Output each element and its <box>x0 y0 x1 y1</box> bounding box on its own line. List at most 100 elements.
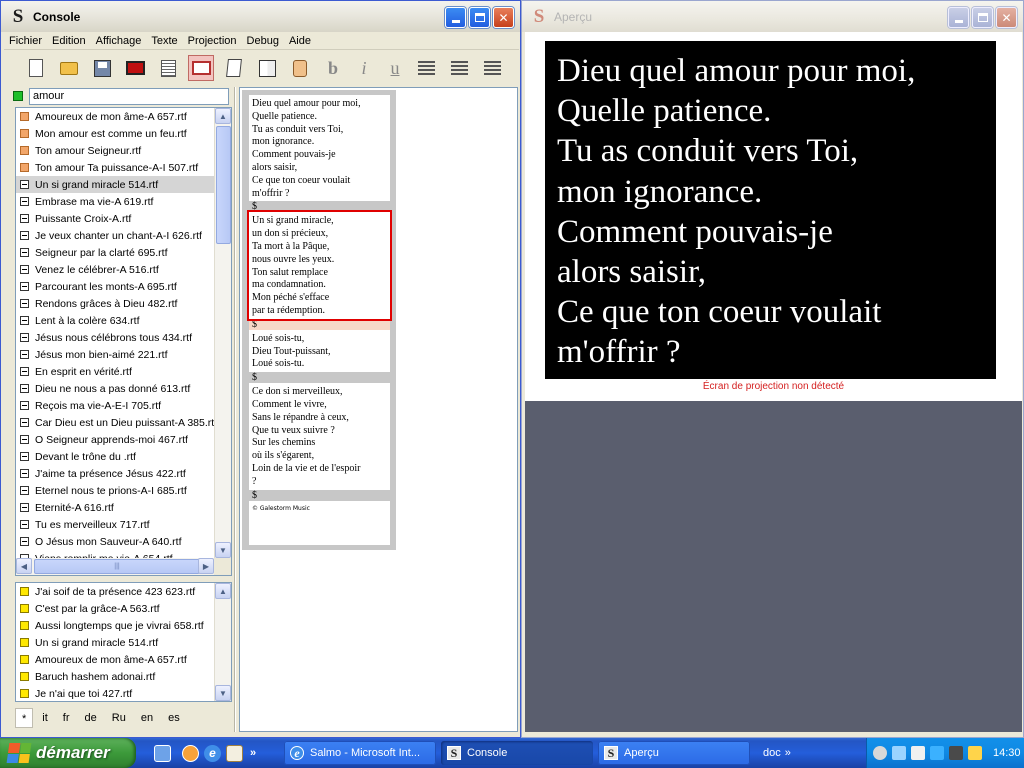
language-tab[interactable]: de <box>79 708 103 728</box>
tray-doc[interactable]: doc » <box>763 747 803 759</box>
list-item[interactable]: Dieu ne nous a pas donné 613.rtf <box>16 380 214 397</box>
list-item[interactable]: Venez le célébrer-A 516.rtf <box>16 261 214 278</box>
export-button[interactable] <box>222 56 246 80</box>
show-desktop-icon[interactable] <box>154 744 171 762</box>
slide-current[interactable]: Un si grand miracle, un don si précieux, T… <box>247 210 392 321</box>
list-item[interactable]: Car Dieu est un Dieu puissant-A 385.rtf <box>16 414 214 431</box>
mail-icon[interactable] <box>226 744 243 762</box>
list-item[interactable]: Amoureux de mon âme-A 657.rtf <box>16 108 214 125</box>
close-button[interactable]: ✕ <box>493 7 514 28</box>
list-item[interactable]: Seigneur par la clarté 695.rtf <box>16 244 214 261</box>
song-list-scrollbar[interactable]: ▲ ▼ <box>214 108 231 558</box>
search-input[interactable] <box>29 87 229 105</box>
favorite-item[interactable]: Aussi longtemps que je vivrai 658.rtf <box>16 617 214 634</box>
fav-scroll-down-button[interactable]: ▼ <box>215 685 231 701</box>
list-item[interactable]: Ton amour Ta puissance-A-I 507.rtf <box>16 159 214 176</box>
slide[interactable]: Loué sois-tu, Dieu Tout-puissant, Loué soi… <box>249 329 390 373</box>
list-item[interactable]: Viens remplir ma vie-A 654.rtf <box>16 550 214 558</box>
menu-debug[interactable]: Debug <box>242 35 284 47</box>
taskbar-button-3[interactable]: S Aperçu <box>598 741 750 765</box>
bold-button[interactable]: b <box>321 58 345 79</box>
language-tab[interactable]: en <box>135 708 159 728</box>
display-icon[interactable] <box>930 746 944 760</box>
bag-button[interactable] <box>288 56 312 80</box>
list-item[interactable]: Reçois ma vie-A-E-I 705.rtf <box>16 397 214 414</box>
menu-affichage[interactable]: Affichage <box>91 35 147 47</box>
preview-minimize-button[interactable] <box>948 7 969 28</box>
italic-button[interactable]: i <box>352 58 376 79</box>
list-item[interactable]: Puissante Croix-A.rtf <box>16 210 214 227</box>
scroll-right-button[interactable]: ▶ <box>198 558 214 574</box>
internet-explorer-icon[interactable]: e <box>204 744 221 762</box>
underline-button[interactable]: u <box>383 58 407 79</box>
favorite-item[interactable]: Baruch hashem adonai.rtf <box>16 668 214 685</box>
list-item[interactable]: Mon amour est comme un feu.rtf <box>16 125 214 142</box>
new-document-button[interactable] <box>24 56 48 80</box>
align-left-button[interactable] <box>414 56 438 80</box>
fav-scroll-up-button[interactable]: ▲ <box>215 583 231 599</box>
scroll-left-button[interactable]: ◀ <box>16 558 32 574</box>
song-list-hscrollbar[interactable]: ◀ ||| ▶ <box>16 558 214 575</box>
scroll-thumb[interactable] <box>216 126 231 244</box>
splitter[interactable] <box>234 87 236 732</box>
preview-titlebar[interactable]: S Aperçu ✕ <box>522 1 1023 32</box>
network-icon[interactable] <box>892 746 906 760</box>
open-button[interactable] <box>57 56 81 80</box>
list-item[interactable]: O Seigneur apprends-moi 467.rtf <box>16 431 214 448</box>
favorite-item[interactable]: C'est par la grâce-A 563.rtf <box>16 600 214 617</box>
language-tab[interactable]: Ru <box>106 708 132 728</box>
edit-text-button[interactable] <box>156 56 180 80</box>
list-item[interactable]: Jésus nous célébrons tous 434.rtf <box>16 329 214 346</box>
list-item[interactable]: Lent à la colère 634.rtf <box>16 312 214 329</box>
multi-page-button[interactable] <box>255 56 279 80</box>
align-center-button[interactable] <box>447 56 471 80</box>
preview-close-button[interactable]: ✕ <box>996 7 1017 28</box>
list-item[interactable]: Tu es merveilleux 717.rtf <box>16 516 214 533</box>
list-item[interactable]: Devant le trône du .rtf <box>16 448 214 465</box>
taskbar-button-2[interactable]: S Console <box>441 741 593 765</box>
volume-icon[interactable] <box>949 746 963 760</box>
menu-texte[interactable]: Texte <box>146 35 182 47</box>
projection-on-button[interactable] <box>123 56 147 80</box>
list-item[interactable]: Eternité-A 616.rtf <box>16 499 214 516</box>
language-tab[interactable]: fr <box>57 708 76 728</box>
maximize-button[interactable] <box>469 7 490 28</box>
list-item[interactable]: Jésus mon bien-aimé 221.rtf <box>16 346 214 363</box>
clock-app-icon[interactable] <box>182 744 199 762</box>
scroll-up-button[interactable]: ▲ <box>215 108 231 124</box>
slide[interactable]: Ce don si merveilleux, Comment le vivre, S… <box>249 383 390 490</box>
list-item[interactable]: Eternel nous te prions-A-I 685.rtf <box>16 482 214 499</box>
language-tab[interactable]: es <box>162 708 186 728</box>
menu-fichier[interactable]: Fichier <box>4 35 47 47</box>
list-item[interactable]: Un si grand miracle 514.rtf <box>16 176 214 193</box>
favorite-item[interactable]: J'ai soif de ta présence 423 623.rtf <box>16 583 214 600</box>
back-arrow-icon[interactable] <box>873 746 887 760</box>
menu-aide[interactable]: Aide <box>284 35 316 47</box>
language-tab[interactable]: * <box>15 708 34 728</box>
console-titlebar[interactable]: S Console ✕ <box>1 1 520 32</box>
projection-blank-button[interactable] <box>188 55 214 81</box>
chevron-right-icon[interactable]: » <box>250 747 256 759</box>
align-right-button[interactable] <box>480 56 504 80</box>
list-item[interactable]: J'aime ta présence Jésus 422.rtf <box>16 465 214 482</box>
list-item[interactable]: En esprit en vérité.rtf <box>16 363 214 380</box>
list-item[interactable]: Rendons grâces à Dieu 482.rtf <box>16 295 214 312</box>
search-icon[interactable] <box>911 746 925 760</box>
menu-projection[interactable]: Projection <box>183 35 242 47</box>
scroll-down-button[interactable]: ▼ <box>215 542 231 558</box>
list-item[interactable]: Je veux chanter un chant-A-I 626.rtf <box>16 227 214 244</box>
taskbar-button-1[interactable]: e Salmo - Microsoft Int... <box>284 741 436 765</box>
hscroll-thumb[interactable]: ||| <box>34 559 200 574</box>
list-item[interactable]: Ton amour Seigneur.rtf <box>16 142 214 159</box>
favorite-item[interactable]: Amoureux de mon âme-A 657.rtf <box>16 651 214 668</box>
list-item[interactable]: O Jésus mon Sauveur-A 640.rtf <box>16 533 214 550</box>
start-button[interactable]: démarrer <box>0 738 136 768</box>
save-button[interactable] <box>90 56 114 80</box>
favorite-item[interactable]: Un si grand miracle 514.rtf <box>16 634 214 651</box>
preview-maximize-button[interactable] <box>972 7 993 28</box>
signal-icon[interactable] <box>968 746 982 760</box>
favorite-item[interactable]: Je n'ai que toi 427.rtf <box>16 685 214 701</box>
list-item[interactable]: Parcourant les monts-A 695.rtf <box>16 278 214 295</box>
favorites-scrollbar[interactable]: ▲ ▼ <box>214 583 231 701</box>
minimize-button[interactable] <box>445 7 466 28</box>
